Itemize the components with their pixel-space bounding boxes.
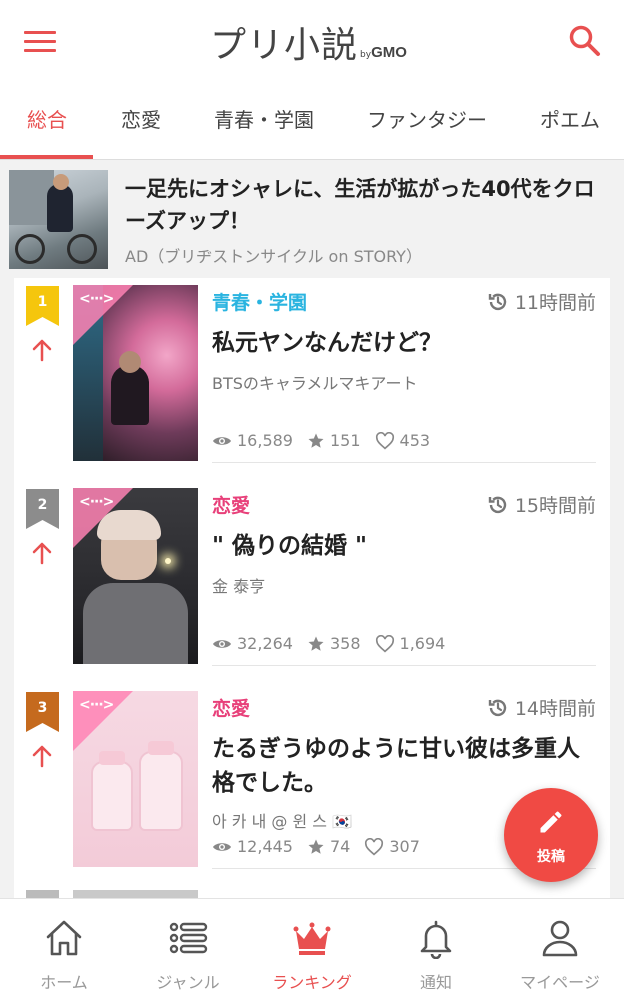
genre-label[interactable]: 青春・学園 — [212, 288, 307, 315]
item-divider — [212, 462, 596, 463]
novel-stats: 32,264 358 1,694 — [212, 634, 459, 653]
nav-mypage[interactable]: マイページ — [498, 899, 622, 1002]
view-count: 12,445 — [237, 837, 293, 856]
eye-icon — [213, 639, 231, 648]
ranking-item[interactable]: 1 <···> 青春・学園 11時間前 私元ヤンなんだけど？ BTSのキャラメル… — [14, 278, 610, 481]
tab-poem[interactable]: ポエム — [540, 104, 600, 133]
rank-number: 2 — [37, 497, 48, 513]
nav-ranking[interactable]: ランキング — [250, 899, 374, 1002]
star-icon — [308, 636, 324, 651]
ad-banner[interactable]: 一足先にオシャレに、生活が拡がった40代をクローズアップ！ AD（ブリヂストンサ… — [0, 161, 624, 278]
view-count: 16,589 — [237, 431, 293, 450]
rank-number: 1 — [37, 294, 48, 310]
novel-title[interactable]: 私元ヤンなんだけど？ — [212, 326, 602, 360]
nav-label: 通知 — [419, 973, 452, 992]
eye-icon — [213, 436, 231, 445]
heart-icon — [375, 431, 394, 449]
ranking-item[interactable]: 2 <···> 恋愛 15時間前 " 偽りの結婚 " 金 泰亨 32,264 3… — [14, 481, 610, 684]
post-button-label: 投稿 — [537, 849, 565, 865]
novel-stats: 16,589 151 453 — [212, 431, 444, 450]
user-icon — [542, 920, 578, 957]
hamburger-menu-icon[interactable] — [24, 31, 56, 53]
logo-by: by — [360, 50, 372, 60]
nav-genre[interactable]: ジャンル — [126, 899, 250, 1002]
time-text: 11時間前 — [514, 292, 596, 314]
crown-icon — [293, 922, 331, 955]
star-count: 74 — [329, 837, 351, 856]
ad-source: AD（ブリヂストンサイクル on STORY） — [125, 247, 422, 266]
history-icon — [488, 293, 506, 310]
time-text: 14時間前 — [514, 698, 596, 720]
series-dots-icon: <···> — [79, 494, 114, 510]
star-icon — [308, 839, 324, 854]
rank-number: 3 — [37, 700, 48, 716]
item-divider — [212, 665, 596, 666]
updated-time: 15時間前 — [487, 491, 596, 518]
series-dots-icon: <···> — [79, 291, 114, 307]
rank-badge — [26, 890, 59, 898]
search-icon[interactable] — [568, 24, 602, 58]
view-count: 32,264 — [237, 634, 293, 653]
bottom-navigation: ホーム ジャンル ランキング 通知 マイページ — [0, 898, 624, 1002]
active-tab-indicator — [0, 155, 93, 159]
pencil-icon — [540, 811, 562, 833]
app-header: プリ小説 by GMO — [0, 0, 624, 82]
like-count: 307 — [389, 837, 420, 856]
like-count: 1,694 — [399, 634, 446, 653]
nav-notification[interactable]: 通知 — [374, 899, 498, 1002]
like-count: 453 — [399, 431, 431, 450]
logo-text: プリ小説 — [210, 25, 359, 66]
nav-home[interactable]: ホーム — [2, 899, 126, 1002]
nav-label: ランキング — [272, 973, 352, 992]
author-name[interactable]: 金 泰亨 — [212, 573, 265, 597]
time-text: 15時間前 — [514, 495, 596, 517]
history-icon — [488, 699, 506, 716]
nav-label: ホーム — [40, 973, 88, 992]
eye-icon — [213, 842, 231, 851]
genre-label[interactable]: 恋愛 — [212, 491, 250, 518]
tab-youth-school[interactable]: 青春・学園 — [214, 104, 314, 133]
ad-title[interactable]: 一足先にオシャレに、生活が拡がった40代をクローズアップ！ — [125, 173, 605, 237]
logo-gmo: GMO — [371, 44, 407, 61]
genre-label[interactable]: 恋愛 — [212, 694, 250, 721]
rank-up-arrow-icon — [32, 339, 52, 362]
nav-label: マイページ — [520, 973, 600, 992]
genre-tabs: 総合 恋愛 青春・学園 ファンタジー ポエム — [0, 82, 624, 160]
nav-label: ジャンル — [156, 973, 220, 992]
novel-stats: 12,445 74 307 — [212, 837, 434, 856]
heart-icon — [375, 634, 394, 652]
novel-cover[interactable]: <···> — [73, 285, 198, 461]
novel-title[interactable]: " 偽りの結婚 " — [212, 529, 602, 563]
tab-overall[interactable]: 総合 — [27, 104, 67, 133]
history-icon — [488, 496, 506, 513]
bell-icon — [420, 920, 452, 959]
home-icon — [46, 920, 82, 956]
star-count: 151 — [329, 431, 361, 450]
novel-cover[interactable]: <···> — [73, 691, 198, 867]
ad-thumbnail — [9, 170, 108, 269]
post-button[interactable]: 投稿 — [504, 788, 598, 882]
app-logo[interactable]: プリ小説 by GMO — [210, 16, 407, 66]
rank-up-arrow-icon — [32, 745, 52, 768]
author-name[interactable]: BTSのキャラメルマキアート — [212, 370, 417, 394]
novel-cover — [73, 890, 198, 898]
updated-time: 14時間前 — [487, 694, 596, 721]
author-name[interactable]: 아 카 내 @ 윈 스 🇰🇷 — [212, 808, 352, 832]
list-icon — [169, 922, 208, 954]
rank-up-arrow-icon — [32, 542, 52, 565]
tab-fantasy[interactable]: ファンタジー — [367, 104, 487, 133]
series-dots-icon: <···> — [79, 697, 114, 713]
star-count: 358 — [329, 634, 361, 653]
updated-time: 11時間前 — [487, 288, 596, 315]
tab-romance[interactable]: 恋愛 — [121, 104, 161, 133]
star-icon — [308, 433, 324, 448]
heart-icon — [365, 837, 384, 855]
novel-cover[interactable]: <···> — [73, 488, 198, 664]
